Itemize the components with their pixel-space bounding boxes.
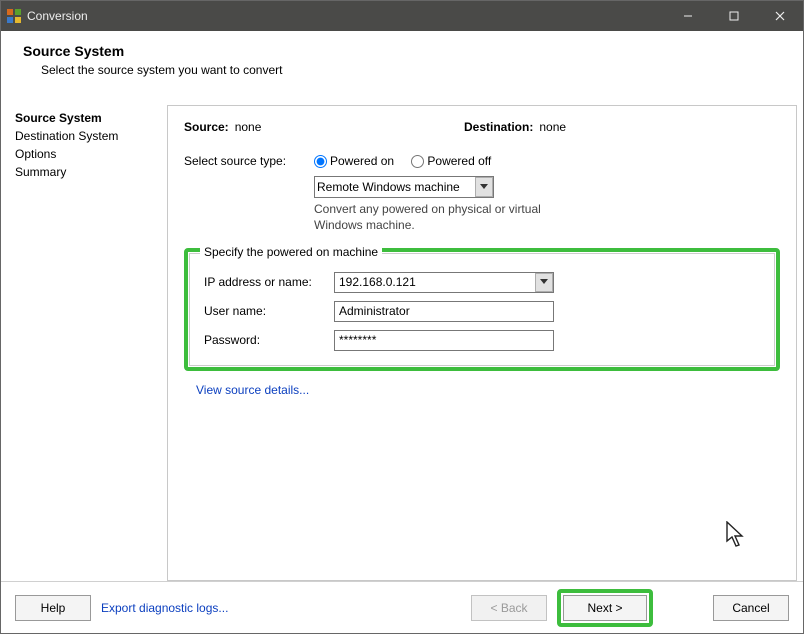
next-button-highlight: Next >	[557, 589, 653, 627]
window-title: Conversion	[27, 9, 88, 23]
password-input[interactable]	[334, 330, 554, 351]
footer: Help Export diagnostic logs... < Back Ne…	[1, 581, 803, 633]
export-diagnostic-link[interactable]: Export diagnostic logs...	[101, 601, 228, 615]
source-value: none	[235, 120, 262, 134]
radio-powered-off[interactable]: Powered off	[411, 154, 491, 168]
ip-input[interactable]	[334, 272, 554, 293]
password-label: Password:	[204, 333, 334, 347]
destination-label: Destination:	[464, 120, 533, 134]
minimize-button[interactable]	[665, 1, 711, 31]
app-icon	[7, 9, 21, 23]
machine-fieldset-highlight: Specify the powered on machine IP addres…	[184, 248, 780, 371]
step-destination-system[interactable]: Destination System	[15, 127, 167, 145]
chevron-down-icon[interactable]	[535, 273, 553, 292]
source-machine-select[interactable]	[314, 176, 494, 198]
main-panel: Source: none Destination: none Select so…	[167, 105, 797, 581]
destination-value: none	[539, 120, 566, 134]
step-summary[interactable]: Summary	[15, 163, 167, 181]
titlebar: Conversion	[1, 1, 803, 31]
username-label: User name:	[204, 304, 334, 318]
fieldset-legend: Specify the powered on machine	[200, 245, 382, 259]
wizard-steps: Source System Destination System Options…	[15, 105, 167, 581]
machine-fieldset: Specify the powered on machine IP addres…	[189, 253, 775, 366]
page-subtitle: Select the source system you want to con…	[41, 63, 781, 77]
next-button[interactable]: Next >	[563, 595, 647, 621]
cursor-icon	[726, 521, 748, 552]
radio-powered-on[interactable]: Powered on	[314, 154, 394, 168]
back-button: < Back	[471, 595, 547, 621]
view-source-details-link[interactable]: View source details...	[196, 383, 309, 397]
ip-label: IP address or name:	[204, 275, 334, 289]
source-label: Source:	[184, 120, 229, 134]
page-title: Source System	[23, 43, 781, 59]
cancel-button[interactable]: Cancel	[713, 595, 789, 621]
maximize-button[interactable]	[711, 1, 757, 31]
wizard-header: Source System Select the source system y…	[1, 31, 803, 91]
username-input[interactable]	[334, 301, 554, 322]
help-button[interactable]: Help	[15, 595, 91, 621]
source-type-hint: Convert any powered on physical or virtu…	[314, 202, 574, 233]
step-options[interactable]: Options	[15, 145, 167, 163]
close-button[interactable]	[757, 1, 803, 31]
step-source-system[interactable]: Source System	[15, 109, 167, 127]
source-type-label: Select source type:	[184, 154, 314, 234]
